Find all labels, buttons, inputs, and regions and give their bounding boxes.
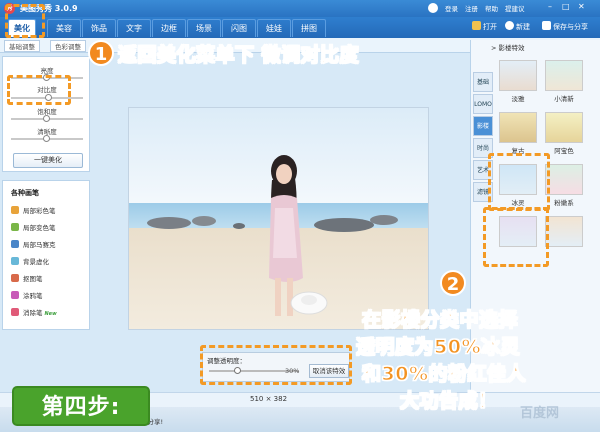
- brush-local-recolor[interactable]: 局部变色笔: [11, 223, 56, 233]
- step2-line-3: 和30%的粉红佳人: [362, 363, 526, 386]
- effect-caption: 粉嫩系: [554, 199, 574, 207]
- callout-effect-2: [483, 207, 549, 267]
- effect-caption: 阿宝色: [554, 147, 574, 155]
- effect-thumbnail: [545, 60, 583, 91]
- tab-collage[interactable]: 拼图: [292, 19, 326, 37]
- tab-beauty[interactable]: 美容: [47, 19, 81, 37]
- brush-label: 局部马赛克: [23, 241, 56, 249]
- close-icon[interactable]: ✕: [578, 2, 585, 12]
- brush-label: 局部变色笔: [23, 224, 56, 232]
- adjust-panel: 亮度 对比度 饱和度 清晰度 一键美化: [2, 56, 90, 172]
- callout-contrast: [7, 75, 71, 105]
- user-avatar-icon[interactable]: [428, 3, 438, 13]
- brush-cutout[interactable]: 抠图笔: [11, 274, 43, 284]
- category-basic[interactable]: 基础: [473, 72, 493, 92]
- maximize-icon[interactable]: □: [562, 2, 570, 12]
- brush-label: 消除笔: [23, 309, 43, 317]
- image-dimensions: 510 × 382: [250, 395, 288, 403]
- step-number-1: 1: [88, 40, 114, 66]
- effect-thumbnail: [545, 164, 583, 195]
- open-button[interactable]: 打开: [472, 21, 497, 33]
- tab-basic-adjust[interactable]: 基础调整: [4, 40, 40, 52]
- eraser-icon: [11, 308, 19, 316]
- step2-line-1: 在影楼分类中选择: [361, 309, 519, 332]
- effect-thumbnail: [545, 112, 583, 143]
- register-link[interactable]: 注册: [465, 3, 478, 13]
- brushes-panel: 各种画笔 局部彩色笔 局部变色笔 局部马赛克 背景虚化 抠图笔 涂鸦笔 消除笔 N…: [2, 180, 90, 330]
- brush-background-blur[interactable]: 背景虚化: [11, 257, 49, 267]
- effects-header: > 影楼特效: [491, 44, 525, 52]
- tab-accessories[interactable]: 饰品: [82, 19, 116, 37]
- doodle-icon: [11, 291, 19, 299]
- open-label: 打开: [483, 23, 497, 31]
- sharpness-knob[interactable]: [43, 135, 50, 142]
- new-badge: New: [44, 311, 57, 317]
- blur-icon: [11, 257, 19, 265]
- brush-label: 局部彩色笔: [23, 207, 56, 215]
- effect-caption: 淡雅: [511, 95, 525, 103]
- mosaic-icon: [11, 240, 19, 248]
- step2-line-4: 大功告成！: [400, 390, 498, 413]
- canvas-photo[interactable]: [128, 107, 429, 330]
- save-share-label: 保存与分享: [553, 23, 588, 31]
- cutout-icon: [11, 274, 19, 282]
- brush-local-color[interactable]: 局部彩色笔: [11, 206, 56, 216]
- save-icon: [542, 21, 551, 30]
- tab-dolls[interactable]: 娃娃: [257, 19, 291, 37]
- save-share-button[interactable]: 保存与分享: [542, 21, 588, 33]
- effect-pink[interactable]: 粉嫩系: [545, 164, 583, 207]
- effect-caption: 小清新: [554, 95, 574, 103]
- step1-instruction: 返回美化菜单下 微调对比度: [117, 44, 360, 67]
- new-button[interactable]: 新建: [505, 21, 530, 33]
- beach-photo-image: [129, 108, 428, 329]
- folder-icon: [472, 21, 481, 30]
- tab-text[interactable]: 文字: [117, 19, 151, 37]
- effect-thumbnail: [545, 216, 583, 247]
- minimize-icon[interactable]: –: [548, 2, 552, 12]
- category-studio[interactable]: 影楼: [473, 116, 493, 136]
- new-label: 新建: [516, 23, 530, 31]
- saturation-slider[interactable]: [11, 115, 83, 122]
- category-lomo[interactable]: LOMO: [473, 94, 493, 114]
- watermark: 百度网: [520, 406, 560, 421]
- step-label: 第四步:: [12, 386, 150, 426]
- color-brush-icon: [11, 206, 19, 214]
- callout-beautify-tab: [5, 4, 45, 38]
- recolor-brush-icon: [11, 223, 19, 231]
- help-link[interactable]: 帮助: [485, 3, 498, 13]
- saturation-knob[interactable]: [43, 115, 50, 122]
- main-tabs: 美化 美容 饰品 文字 边框 场景 闪图 娃娃 拼图 打开 新建 保存与分享: [0, 17, 600, 38]
- brush-mosaic[interactable]: 局部马赛克: [11, 240, 56, 250]
- brush-doodle[interactable]: 涂鸦笔: [11, 291, 43, 301]
- step-number-2: 2: [440, 270, 466, 296]
- tab-frames[interactable]: 边框: [152, 19, 186, 37]
- login-link[interactable]: 登录: [445, 3, 458, 13]
- effect-elegant[interactable]: 淡雅: [499, 60, 537, 103]
- callout-transparency: [200, 345, 352, 385]
- feedback-link[interactable]: 提建议: [505, 3, 525, 13]
- tab-flash[interactable]: 闪图: [222, 19, 256, 37]
- brush-eraser[interactable]: 消除笔 New: [11, 308, 57, 318]
- brush-label: 涂鸦笔: [23, 292, 43, 300]
- title-bar: 秀 美图秀秀 3.0.9 登录 注册 帮助 提建议 – □ ✕: [0, 0, 600, 17]
- brush-label: 抠图笔: [23, 275, 43, 283]
- tab-scenes[interactable]: 场景: [187, 19, 221, 37]
- brushes-title: 各种画笔: [11, 189, 39, 197]
- effect-abao[interactable]: 阿宝色: [545, 112, 583, 155]
- sharpness-slider[interactable]: [11, 135, 83, 142]
- effect-retro[interactable]: 复古: [499, 112, 537, 155]
- plus-icon: [505, 21, 514, 30]
- effect-thumbnail: [499, 60, 537, 91]
- callout-ice-effect: [488, 153, 550, 211]
- effect-thumbnail: [499, 112, 537, 143]
- brush-label: 背景虚化: [23, 258, 49, 266]
- one-key-beautify-button[interactable]: 一键美化: [13, 153, 83, 168]
- effect-fresh[interactable]: 小清新: [545, 60, 583, 103]
- effect-extra-2[interactable]: [545, 216, 583, 256]
- step2-line-2: 透明度为50%冰灵: [356, 336, 520, 359]
- tab-color-adjust[interactable]: 色彩调整: [50, 40, 86, 52]
